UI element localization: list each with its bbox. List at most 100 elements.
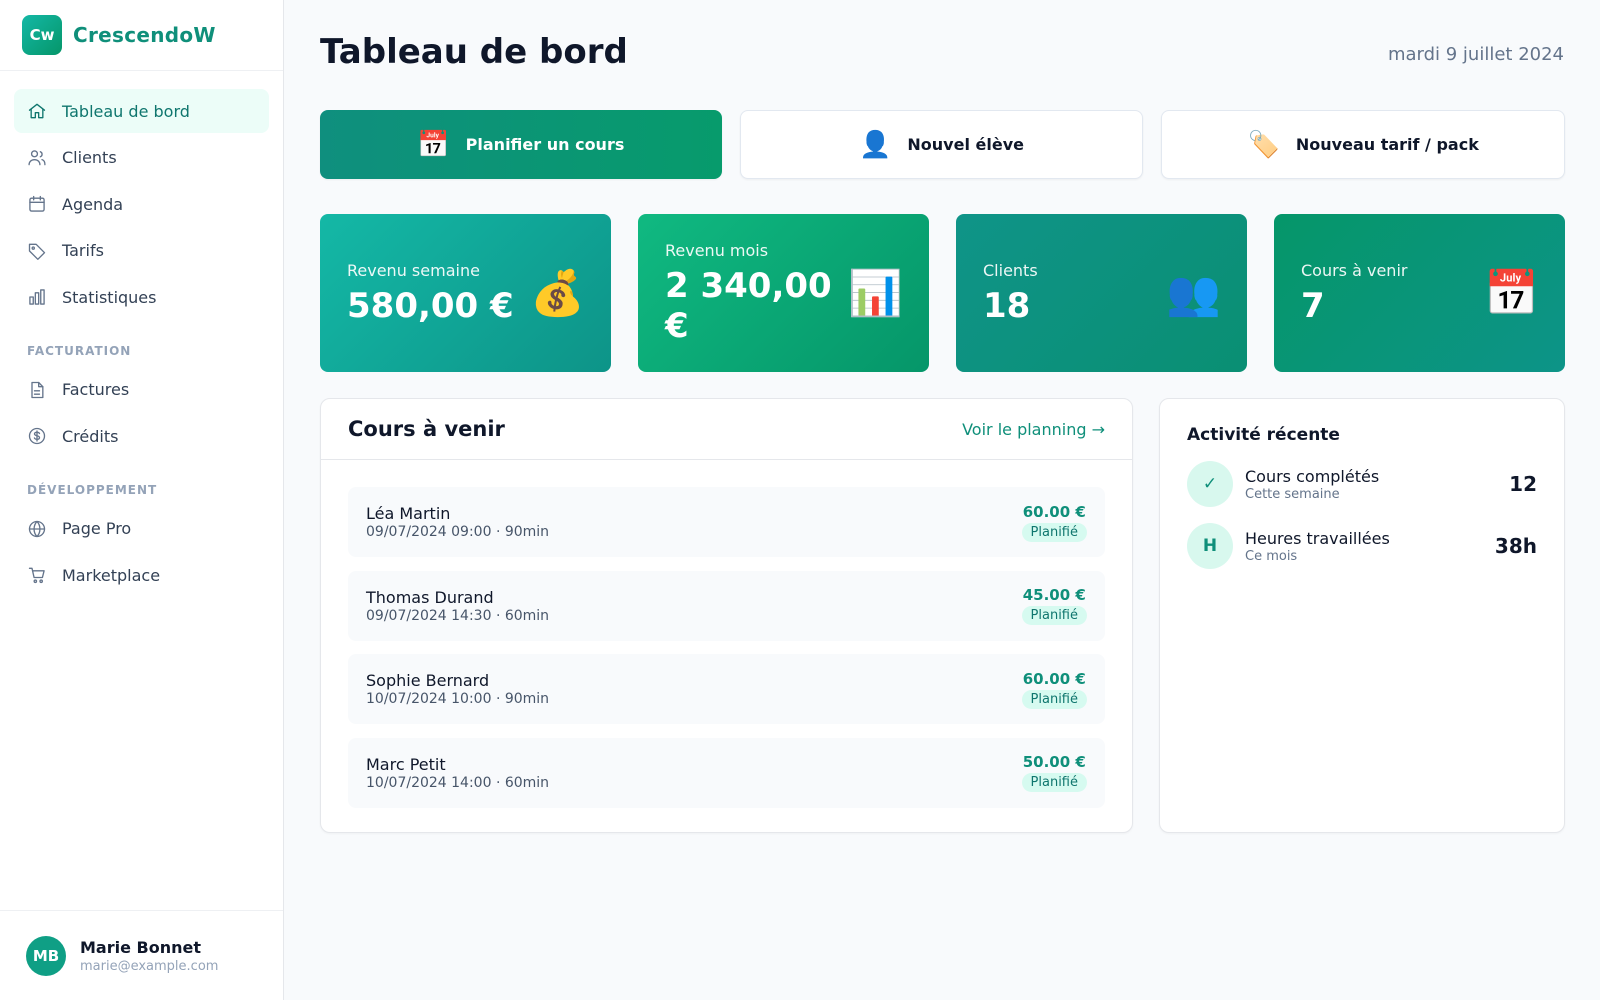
user-email: marie@example.com xyxy=(80,958,219,974)
dollar-circle-icon xyxy=(26,425,48,447)
calendar-icon xyxy=(26,193,48,215)
recent-activity-card: Activité récente ✓ Cours complétés Cette… xyxy=(1159,398,1565,833)
status-badge: Planifié xyxy=(1021,606,1087,625)
sidebar: Cw CrescendoW Tableau de bord Clients Ag… xyxy=(0,0,284,1000)
sidebar-item-dashboard[interactable]: Tableau de bord xyxy=(14,89,269,133)
stat-value: 7 xyxy=(1301,285,1325,326)
lesson-price: 60.00 € xyxy=(1022,502,1086,521)
user-profile[interactable]: MB Marie Bonnet marie@example.com xyxy=(0,910,283,1000)
sidebar-item-factures[interactable]: Factures xyxy=(14,368,269,412)
sidebar-item-clients[interactable]: Clients xyxy=(14,136,269,180)
card-title: Cours à venir xyxy=(348,417,505,441)
stats-row: Revenu semaine 580,00 € 💰 Revenu mois 2 … xyxy=(320,214,1565,372)
user-name: Marie Bonnet xyxy=(80,937,201,957)
status-badge: Planifié xyxy=(1021,522,1087,542)
activity-item-hours-worked: H Heures travaillées Ce mois 38h xyxy=(1187,523,1537,569)
button-label: Nouvel élève xyxy=(907,135,1024,154)
sidebar-item-label: Factures xyxy=(62,380,130,399)
page-date: mardi 9 juillet 2024 xyxy=(1387,44,1564,65)
lesson-client-name: Léa Martin xyxy=(366,504,451,523)
schedule-lesson-button[interactable]: 📅 Planifier un cours xyxy=(320,110,722,179)
lesson-client-name: Thomas Durand xyxy=(366,587,494,607)
lesson-client-name: Marc Petit xyxy=(366,754,446,774)
sidebar-item-label: Clients xyxy=(62,148,117,167)
view-planning-link[interactable]: Voir le planning → xyxy=(962,420,1105,439)
stat-card-monthly-revenue: Revenu mois 2 340,00 € 📊 xyxy=(638,214,929,372)
page-title: Tableau de bord xyxy=(320,32,628,72)
sidebar-item-marketplace[interactable]: Marketplace xyxy=(14,553,269,597)
tag-icon xyxy=(26,240,48,262)
avatar: MB xyxy=(26,935,66,976)
lesson-meta: 09/07/2024 09:00 · 90min xyxy=(366,524,550,540)
lesson-price: 60.00 € xyxy=(1022,669,1086,688)
sidebar-item-label: Statistiques xyxy=(62,287,157,307)
money-bag-icon: 💰 xyxy=(530,268,585,319)
tag-icon: 🏷️ xyxy=(1247,129,1280,160)
lesson-client-name: Sophie Bernard xyxy=(366,671,490,690)
globe-icon xyxy=(26,518,48,540)
stat-card-upcoming-lessons: Cours à venir 7 📅 xyxy=(1274,214,1565,372)
home-icon xyxy=(26,100,48,122)
sidebar-item-tarifs[interactable]: Tarifs xyxy=(14,229,269,273)
activity-item-completed-lessons: ✓ Cours complétés Cette semaine 12 xyxy=(1187,461,1537,507)
sidebar-item-label: Page Pro xyxy=(62,519,132,538)
stat-card-clients: Clients 18 👥 xyxy=(956,214,1247,372)
card-title: Activité récente xyxy=(1187,425,1340,445)
activity-label: Heures travaillées xyxy=(1245,528,1390,548)
lesson-meta: 10/07/2024 14:00 · 60min xyxy=(366,774,550,791)
users-icon: 👥 xyxy=(1166,268,1221,319)
cart-icon xyxy=(26,564,48,586)
sidebar-item-label: Crédits xyxy=(62,426,119,446)
main-content: Tableau de bord mardi 9 juillet 2024 📅 P… xyxy=(284,0,1600,1000)
list-item[interactable]: Marc Petit 10/07/2024 14:00 · 60min 50.0… xyxy=(348,737,1105,808)
activity-value: 38h xyxy=(1494,534,1537,558)
sidebar-item-statistiques[interactable]: Statistiques xyxy=(14,275,269,319)
activity-label: Cours complétés xyxy=(1245,466,1380,486)
check-icon: ✓ xyxy=(1187,461,1233,507)
stat-card-weekly-revenue: Revenu semaine 580,00 € 💰 xyxy=(320,214,611,372)
upcoming-lessons-card: Cours à venir Voir le planning → Léa Mar… xyxy=(320,398,1133,833)
sidebar-item-label: Tableau de bord xyxy=(62,101,190,121)
brand-name: CrescendoW xyxy=(73,23,216,47)
activity-sub: Ce mois xyxy=(1245,548,1298,564)
bar-chart-icon: 📊 xyxy=(848,268,903,319)
button-label: Nouveau tarif / pack xyxy=(1295,135,1479,154)
person-icon: 👤 xyxy=(859,129,892,160)
bar-chart-icon xyxy=(26,286,48,308)
sidebar-item-page-pro[interactable]: Page Pro xyxy=(14,507,269,551)
lesson-meta: 10/07/2024 10:00 · 90min xyxy=(366,691,550,707)
sidebar-item-label: Tarifs xyxy=(62,241,104,260)
stat-value: 580,00 € xyxy=(347,285,514,326)
sidebar-nav: Tableau de bord Clients Agenda Tarifs St… xyxy=(0,71,283,597)
button-label: Planifier un cours xyxy=(465,135,625,154)
quick-actions: 📅 Planifier un cours 👤 Nouvel élève 🏷️ N… xyxy=(320,110,1566,179)
new-price-pack-button[interactable]: 🏷️ Nouveau tarif / pack xyxy=(1161,110,1566,179)
new-student-button[interactable]: 👤 Nouvel élève xyxy=(739,110,1144,179)
calendar-icon: 📅 xyxy=(417,129,450,160)
brand[interactable]: Cw CrescendoW xyxy=(0,0,283,71)
activity-sub: Cette semaine xyxy=(1245,486,1340,502)
sidebar-item-label: Marketplace xyxy=(62,565,161,585)
calendar-icon: 📅 xyxy=(1484,268,1539,319)
activity-value: 12 xyxy=(1509,472,1537,496)
stat-value: 2 340,00 € xyxy=(665,265,832,346)
brand-logo: Cw xyxy=(22,15,62,55)
stat-label: Revenu mois xyxy=(665,240,769,260)
status-badge: Planifié xyxy=(1021,773,1087,792)
sidebar-item-credits[interactable]: Crédits xyxy=(14,414,269,458)
status-badge: Planifié xyxy=(1021,689,1087,709)
sidebar-item-label: Agenda xyxy=(62,194,124,214)
users-icon xyxy=(26,147,48,169)
lesson-price: 45.00 € xyxy=(1022,586,1086,604)
lesson-meta: 09/07/2024 14:30 · 60min xyxy=(366,607,550,624)
stat-value: 18 xyxy=(983,285,1031,326)
list-item[interactable]: Thomas Durand 09/07/2024 14:30 · 60min 4… xyxy=(348,570,1105,641)
section-label-facturation: FACTURATION xyxy=(27,343,132,358)
section-label-developpement: DÉVELOPPEMENT xyxy=(27,482,158,497)
lesson-list: Léa Martin 09/07/2024 09:00 · 90min 60.0… xyxy=(321,460,1132,808)
lesson-price: 50.00 € xyxy=(1022,753,1086,771)
list-item[interactable]: Léa Martin 09/07/2024 09:00 · 90min 60.0… xyxy=(348,487,1105,557)
sidebar-item-agenda[interactable]: Agenda xyxy=(14,182,269,226)
list-item[interactable]: Sophie Bernard 10/07/2024 10:00 · 90min … xyxy=(348,654,1105,724)
hours-icon: H xyxy=(1187,523,1233,569)
